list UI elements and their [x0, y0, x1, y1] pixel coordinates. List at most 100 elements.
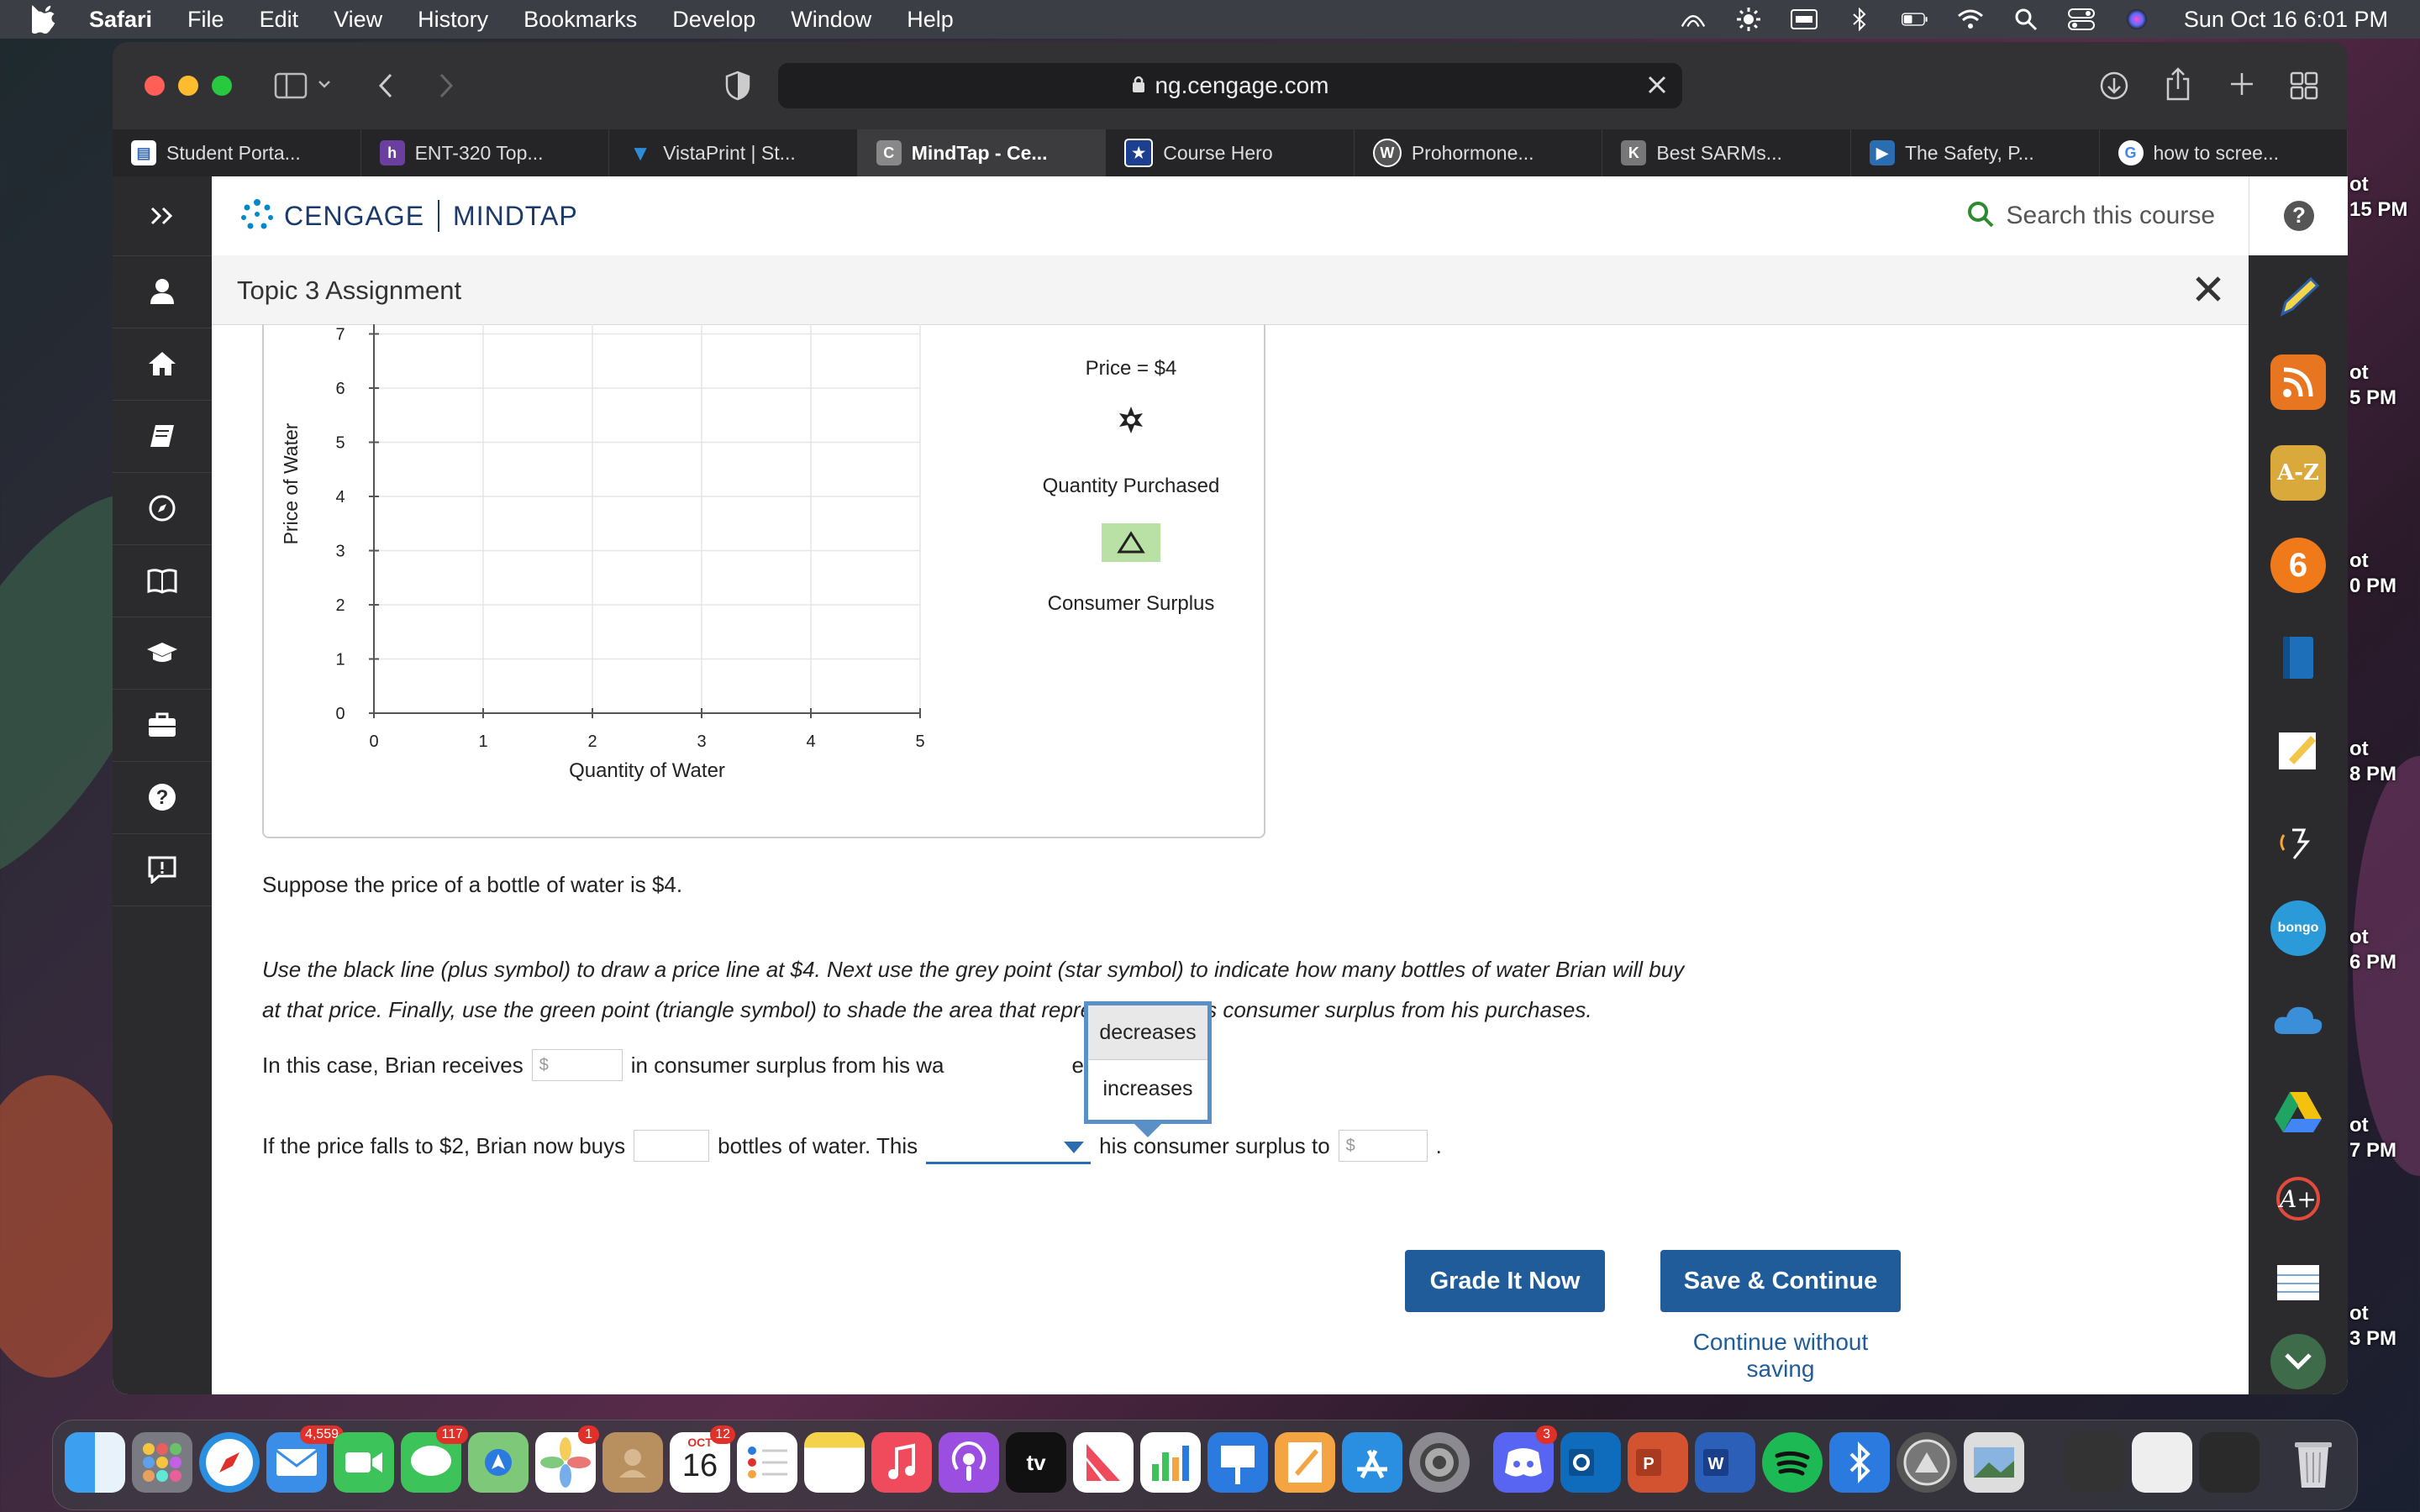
menu-window[interactable]: Window [791, 7, 871, 33]
apple-tv-icon[interactable]: tv [1006, 1432, 1066, 1493]
menu-bookmarks[interactable]: Bookmarks [523, 7, 637, 33]
messages-icon[interactable]: 117 [401, 1425, 468, 1493]
battery-icon[interactable] [1901, 8, 1928, 30]
tab-ent-320[interactable]: h ENT-320 Top... [361, 129, 610, 176]
help-button[interactable]: ? [2249, 176, 2348, 255]
rss-app-icon[interactable] [2270, 354, 2326, 410]
cloud-app-icon[interactable] [2270, 991, 2326, 1047]
tab-prohormone[interactable]: W Prohormone... [1355, 129, 1603, 176]
notepad-app-icon[interactable] [2270, 1255, 2326, 1310]
tab-overview-icon[interactable] [2287, 69, 2321, 102]
menu-file[interactable]: File [187, 7, 224, 33]
graduation-cap-icon[interactable] [113, 617, 212, 690]
back-icon[interactable] [373, 71, 398, 101]
mail-icon[interactable]: 4,559 [266, 1425, 344, 1493]
preview-icon[interactable] [1964, 1432, 2024, 1493]
safari-icon[interactable] [199, 1432, 260, 1493]
dropdown-option-increases[interactable]: increases [1088, 1060, 1207, 1117]
glossary-app-icon[interactable]: A-Z [2270, 445, 2326, 501]
tab-safety[interactable]: ▶ The Safety, P... [1851, 129, 2100, 176]
desktop-label[interactable]: 0 PM [2349, 575, 2396, 598]
feedback-icon[interactable] [113, 833, 212, 906]
keynote-icon[interactable] [1207, 1432, 1268, 1493]
dropdown-option-decreases[interactable]: decreases [1088, 1005, 1207, 1060]
control-center-icon[interactable] [2067, 8, 2095, 30]
downloads-stack-icon[interactable] [2132, 1432, 2192, 1493]
close-window-button[interactable] [145, 76, 165, 96]
book-app-icon[interactable] [2270, 630, 2326, 685]
apple-icon[interactable] [32, 5, 57, 34]
chevron-down-icon[interactable] [316, 76, 333, 92]
menu-app-name[interactable]: Safari [89, 7, 152, 33]
zoom-window-button[interactable] [212, 76, 232, 96]
readspeaker-app-icon[interactable] [2270, 815, 2326, 870]
help-icon[interactable]: ? [113, 761, 212, 834]
address-bar[interactable]: ng.cengage.com [778, 63, 1682, 108]
save-continue-button[interactable]: Save & Continue [1660, 1250, 1901, 1312]
privacy-shield-icon[interactable] [723, 69, 753, 102]
minimize-window-button[interactable] [178, 76, 198, 96]
continue-without-saving-link[interactable]: Continue without saving [1657, 1329, 1904, 1383]
desktop-label[interactable]: ot [2349, 1114, 2369, 1137]
contacts-icon[interactable] [602, 1432, 663, 1493]
spotlight-search-icon[interactable] [2012, 8, 2039, 31]
app-store-icon[interactable] [1342, 1432, 1402, 1493]
music-icon[interactable] [871, 1432, 932, 1493]
menu-view[interactable]: View [334, 7, 382, 33]
downloads-icon[interactable] [2097, 69, 2131, 102]
recent-screenshot-icon[interactable] [2065, 1432, 2125, 1493]
ebook-icon[interactable] [113, 544, 212, 617]
tab-best-sarms[interactable]: K Best SARMs... [1602, 129, 1851, 176]
clear-url-icon[interactable] [1645, 73, 1669, 102]
desktop-label[interactable]: 7 PM [2349, 1139, 2396, 1163]
tab-vistaprint[interactable]: ▼ VistaPrint | St... [609, 129, 858, 176]
desktop-label[interactable]: ot [2349, 173, 2369, 197]
siri-icon[interactable] [2123, 8, 2150, 30]
home-icon[interactable] [113, 328, 212, 401]
menu-edit[interactable]: Edit [260, 7, 299, 33]
pages-icon[interactable] [1275, 1432, 1335, 1493]
news-icon[interactable] [1073, 1432, 1134, 1493]
desktop-label[interactable]: 15 PM [2349, 198, 2407, 222]
desktop-label[interactable]: ot [2349, 926, 2369, 949]
graph-canvas[interactable]: 0 1 2 3 4 5 0 1 2 3 4 5 6 7 Price of Water Quantity o… [264, 324, 1264, 837]
six-app-icon[interactable]: 6 [2270, 538, 2326, 593]
menu-history[interactable]: History [418, 7, 488, 33]
quantity-star-tool[interactable] [1119, 407, 1143, 433]
bongo-app-icon[interactable]: bongo [2270, 900, 2326, 956]
desktop-label[interactable]: ot [2349, 1302, 2369, 1326]
trash-icon[interactable] [2283, 1432, 2344, 1493]
compass-icon[interactable] [113, 472, 212, 545]
tab-student-portal[interactable]: ▤ Student Porta... [113, 129, 361, 176]
system-preferences-icon[interactable] [1409, 1432, 1470, 1493]
reminders-icon[interactable] [737, 1432, 797, 1493]
desktop-label[interactable]: 6 PM [2349, 951, 2396, 974]
keyboard-icon[interactable] [1790, 8, 1818, 30]
close-assignment-icon[interactable] [2193, 274, 2223, 308]
disk-utility-icon[interactable] [1897, 1432, 1957, 1493]
menubar-clock[interactable]: Sun Oct 16 6:01 PM [2184, 7, 2388, 33]
sidebar-toggle-icon[interactable] [272, 71, 309, 101]
tab-google[interactable]: Ghow to scree... [2100, 129, 2348, 176]
desktop-label[interactable]: 3 PM [2349, 1327, 2396, 1351]
notes-app-icon[interactable] [2270, 722, 2326, 778]
word-icon[interactable]: W [1695, 1432, 1755, 1493]
bluetooth-dock-icon[interactable] [1829, 1432, 1890, 1493]
photos-icon[interactable]: 1 [535, 1425, 599, 1493]
powerpoint-icon[interactable]: P [1628, 1432, 1688, 1493]
finder-icon[interactable] [65, 1432, 125, 1493]
spotify-icon[interactable] [1762, 1432, 1823, 1493]
grade-it-now-button[interactable]: Grade It Now [1405, 1250, 1605, 1312]
podcasts-icon[interactable] [939, 1432, 999, 1493]
profile-icon[interactable] [113, 255, 212, 328]
scroll-down-icon[interactable] [2270, 1334, 2326, 1389]
cengage-logo[interactable]: CENGAGE MINDTAP [239, 193, 578, 239]
desktop-label[interactable]: ot [2349, 361, 2369, 385]
launchpad-icon[interactable] [132, 1432, 192, 1493]
forward-icon[interactable] [434, 71, 459, 101]
facetime-icon[interactable] [334, 1432, 394, 1493]
desktop-label[interactable]: 5 PM [2349, 386, 2396, 410]
google-drive-app-icon[interactable] [2270, 1084, 2326, 1139]
calendar-icon[interactable]: OCT 16 12 [670, 1425, 735, 1493]
numbers-icon[interactable] [1140, 1432, 1201, 1493]
